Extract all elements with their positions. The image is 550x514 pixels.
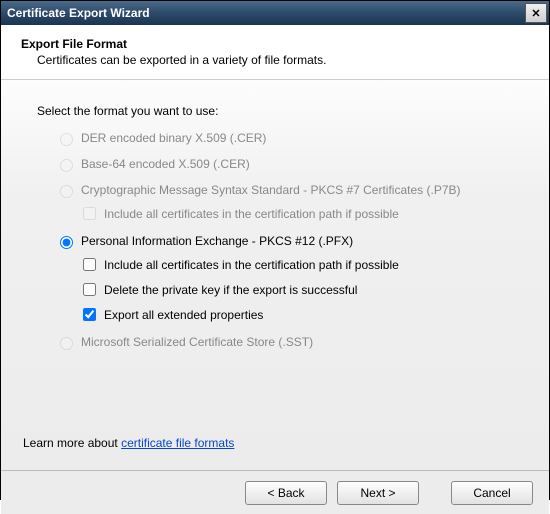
radio-pkcs7: [60, 185, 73, 198]
option-der: DER encoded binary X.509 (.CER): [55, 130, 517, 146]
pfx-include-chain-label: Include all certificates in the certific…: [104, 258, 399, 272]
titlebar: Certificate Export Wizard ✕: [1, 1, 549, 25]
option-sst: Microsoft Serialized Certificate Store (…: [55, 334, 517, 350]
next-button[interactable]: Next >: [337, 481, 419, 505]
option-pkcs7-label: Cryptographic Message Syntax Standard - …: [81, 183, 461, 197]
pfx-export-ext-label: Export all extended properties: [104, 308, 263, 322]
page-subtitle: Certificates can be exported in a variet…: [37, 53, 529, 67]
window-title: Certificate Export Wizard: [7, 6, 150, 20]
body-section: Select the format you want to use: DER e…: [1, 80, 549, 470]
radio-der: [60, 133, 73, 146]
pfx-delete-key-label: Delete the private key if the export is …: [104, 283, 357, 297]
pfx-include-chain[interactable]: Include all certificates in the certific…: [79, 255, 517, 274]
checkbox-pkcs7-include-chain: [83, 207, 96, 220]
checkbox-pfx-include-chain[interactable]: [83, 258, 96, 271]
option-pfx-label: Personal Information Exchange - PKCS #12…: [81, 234, 353, 248]
prompt-text: Select the format you want to use:: [37, 104, 517, 118]
option-base64-label: Base-64 encoded X.509 (.CER): [81, 157, 250, 171]
pkcs7-include-chain: Include all certificates in the certific…: [79, 204, 517, 223]
close-button[interactable]: ✕: [525, 3, 547, 23]
option-der-label: DER encoded binary X.509 (.CER): [81, 131, 266, 145]
learn-more-prefix: Learn more about: [23, 436, 121, 450]
footer: < Back Next > Cancel: [1, 470, 549, 514]
option-sst-label: Microsoft Serialized Certificate Store (…: [81, 335, 313, 349]
option-pfx[interactable]: Personal Information Exchange - PKCS #12…: [55, 233, 517, 249]
close-icon: ✕: [531, 7, 540, 20]
option-base64: Base-64 encoded X.509 (.CER): [55, 156, 517, 172]
radio-base64: [60, 159, 73, 172]
checkbox-pfx-export-ext[interactable]: [83, 308, 96, 321]
pkcs7-include-chain-label: Include all certificates in the certific…: [104, 207, 399, 221]
learn-more-link[interactable]: certificate file formats: [121, 436, 234, 450]
radio-pfx[interactable]: [60, 236, 73, 249]
header-section: Export File Format Certificates can be e…: [1, 25, 549, 80]
pfx-delete-key[interactable]: Delete the private key if the export is …: [79, 280, 517, 299]
pfx-export-ext[interactable]: Export all extended properties: [79, 305, 517, 324]
back-button[interactable]: < Back: [245, 481, 327, 505]
cancel-button[interactable]: Cancel: [451, 481, 533, 505]
learn-more: Learn more about certificate file format…: [23, 436, 234, 450]
option-pkcs7: Cryptographic Message Syntax Standard - …: [55, 182, 517, 198]
page-title: Export File Format: [21, 37, 529, 51]
checkbox-pfx-delete-key[interactable]: [83, 283, 96, 296]
radio-sst: [60, 337, 73, 350]
